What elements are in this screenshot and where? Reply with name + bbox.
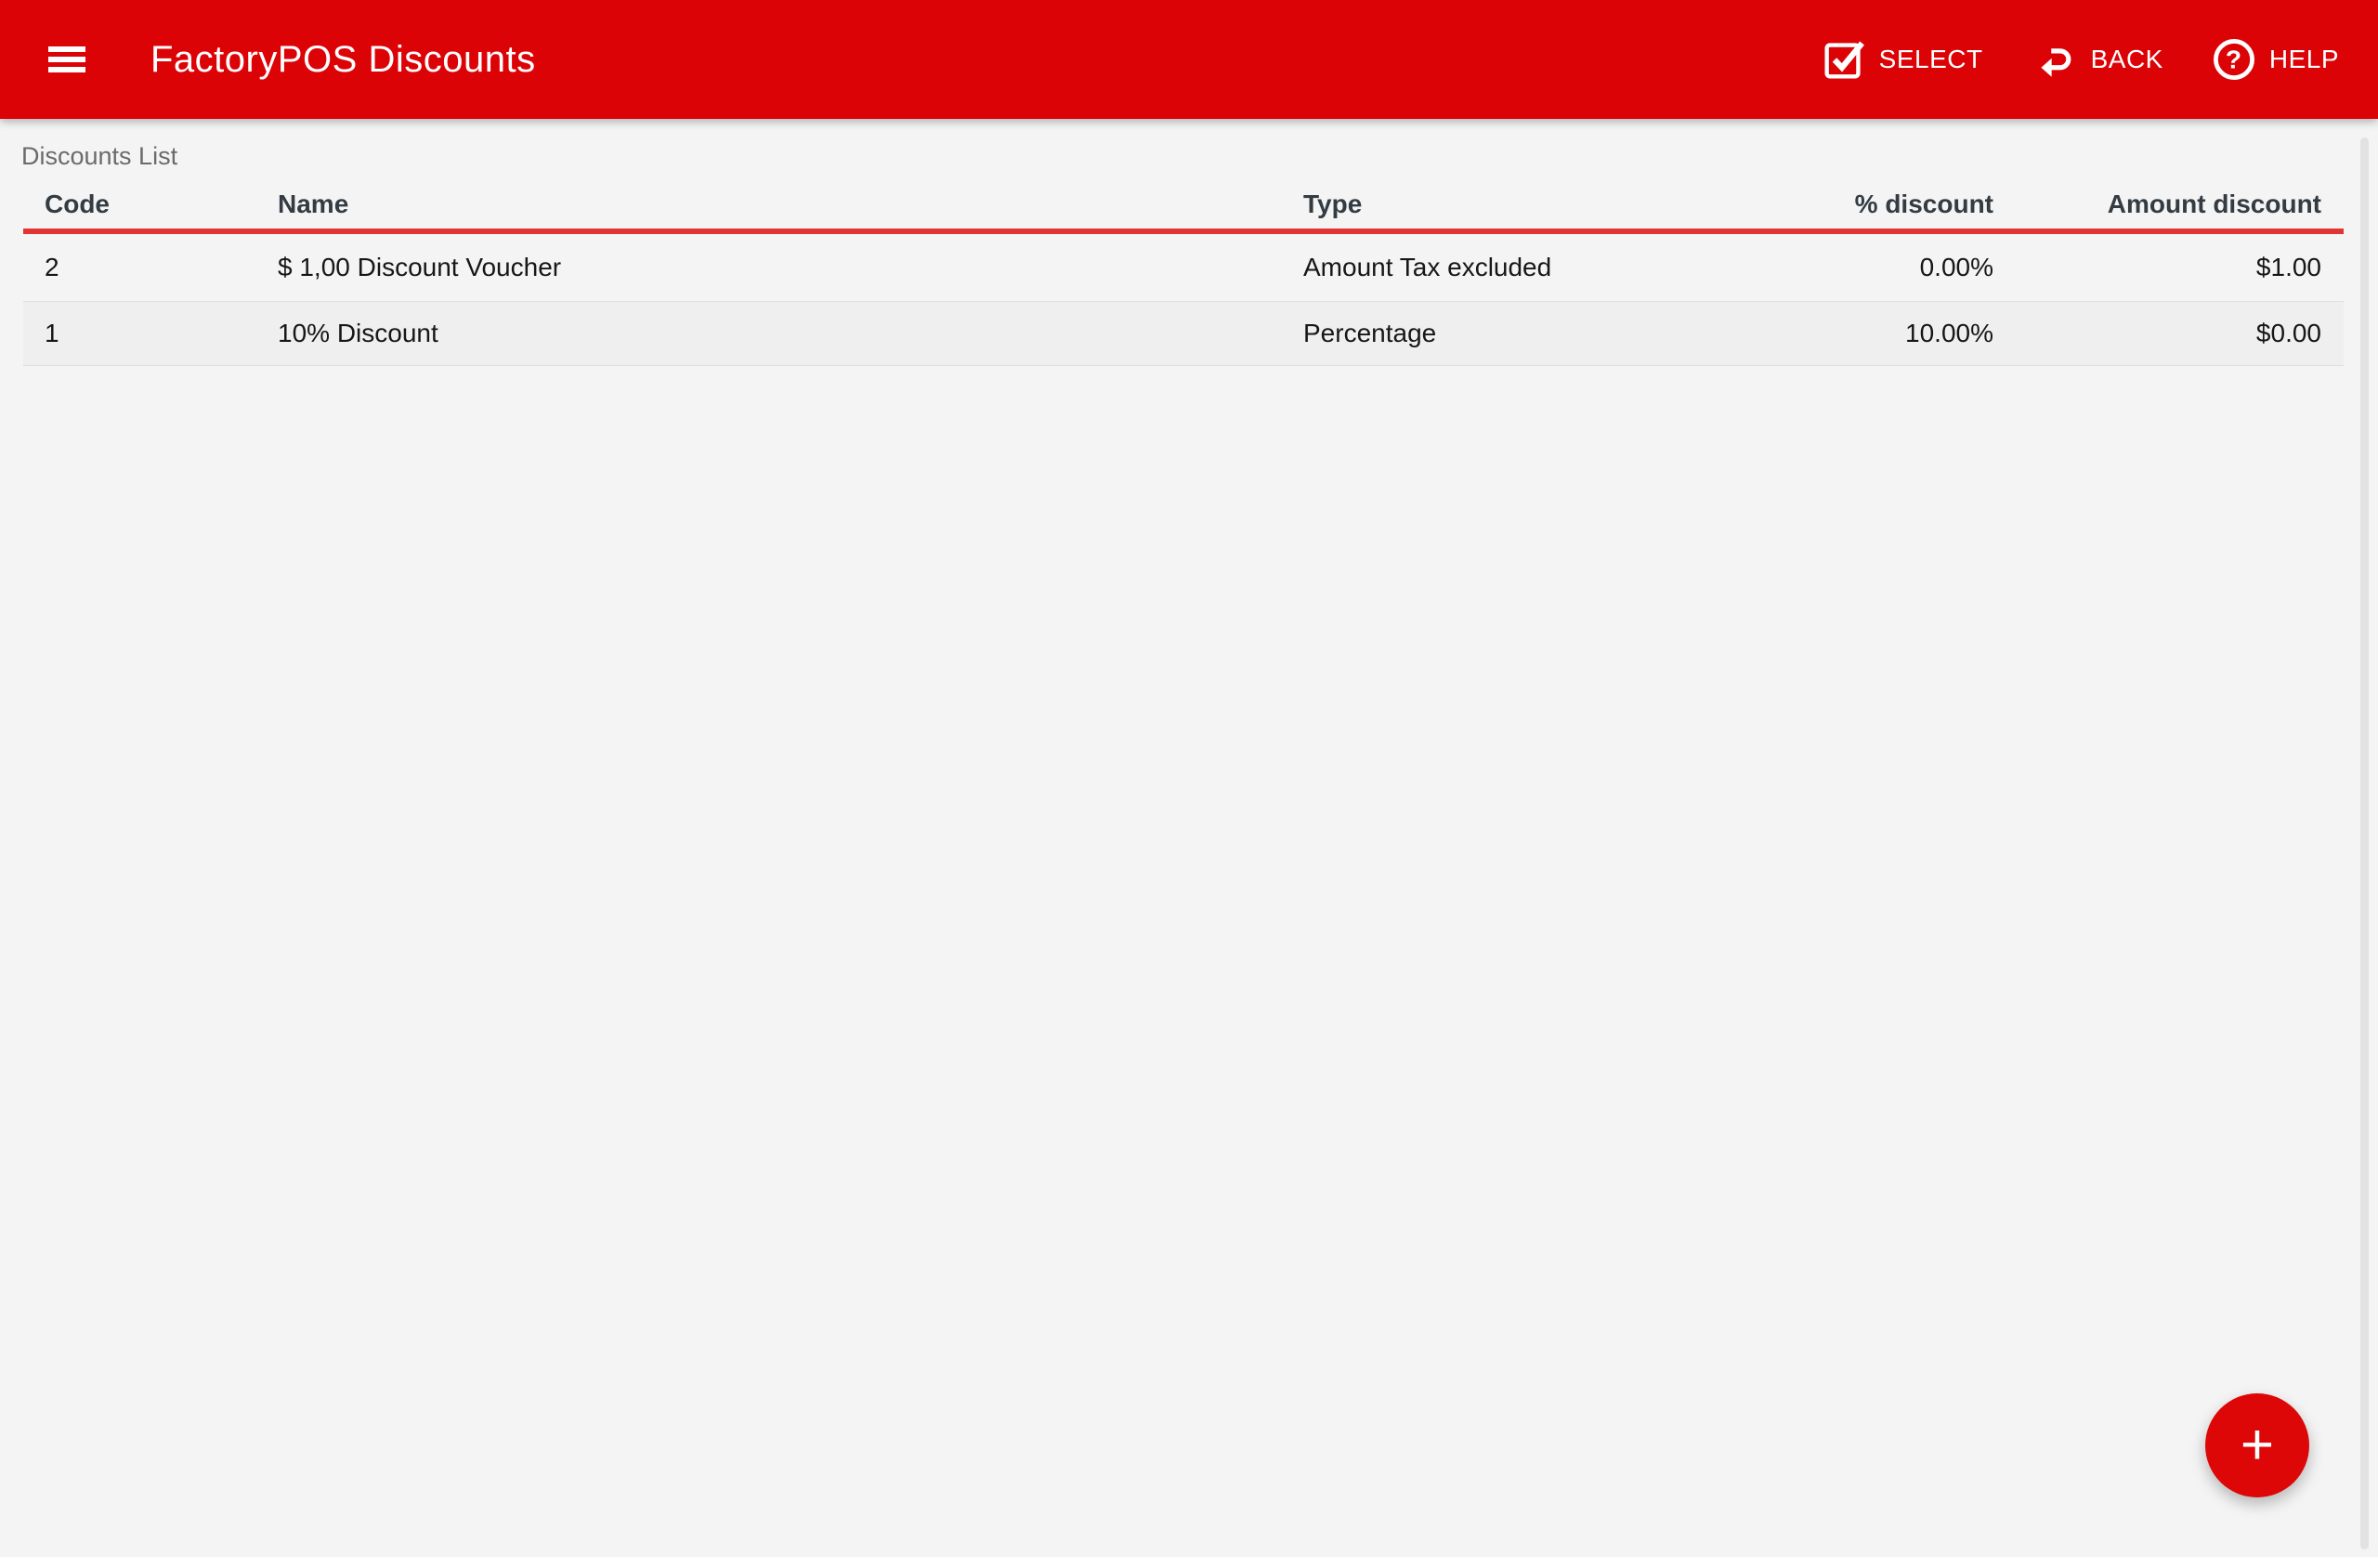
- help-label: HELP: [2269, 45, 2339, 74]
- cell-name: 10% Discount: [255, 319, 1280, 348]
- app-bar: FactoryPOS Discounts SELECT: [0, 0, 2378, 119]
- column-header-type: Type: [1280, 189, 1556, 219]
- cell-pct: 0.00%: [1556, 253, 1993, 282]
- back-return-arrow-icon: [2031, 36, 2079, 83]
- column-header-amount: Amount discount: [1993, 189, 2321, 219]
- discounts-table: Code Name Type % discount Amount discoun…: [23, 173, 2344, 366]
- add-discount-fab[interactable]: +: [2205, 1393, 2309, 1497]
- help-button[interactable]: ? HELP: [2211, 36, 2339, 83]
- table-row[interactable]: 1 10% Discount Percentage 10.00% $0.00: [23, 301, 2344, 366]
- menu-icon[interactable]: [48, 46, 85, 72]
- content-area: Discounts List Code Name Type % discount…: [0, 139, 2378, 1568]
- app-bar-actions: SELECT BACK ? HELP: [1821, 36, 2378, 83]
- cell-type: Percentage: [1280, 319, 1556, 348]
- help-question-icon: ?: [2211, 36, 2257, 83]
- column-header-code: Code: [23, 189, 255, 219]
- back-label: BACK: [2091, 45, 2163, 74]
- back-button[interactable]: BACK: [2031, 36, 2163, 83]
- cell-amount: $0.00: [1993, 319, 2321, 348]
- select-label: SELECT: [1879, 45, 1983, 74]
- bottom-strip: [0, 1557, 2378, 1568]
- cell-code: 2: [23, 253, 255, 282]
- plus-icon: +: [2241, 1417, 2274, 1474]
- screen: FactoryPOS Discounts SELECT: [0, 0, 2378, 1568]
- select-button[interactable]: SELECT: [1821, 36, 1983, 83]
- select-checkbox-icon: [1821, 36, 1867, 83]
- vertical-scrollbar[interactable]: [2360, 137, 2369, 1549]
- cell-code: 1: [23, 319, 255, 348]
- cell-pct: 10.00%: [1556, 319, 1993, 348]
- table-header-row: Code Name Type % discount Amount discoun…: [23, 173, 2344, 234]
- cell-amount: $1.00: [1993, 253, 2321, 282]
- column-header-pct: % discount: [1556, 189, 1993, 219]
- table-row[interactable]: 2 $ 1,00 Discount Voucher Amount Tax exc…: [23, 234, 2344, 301]
- section-label: Discounts List: [21, 139, 2378, 173]
- page-title: FactoryPOS Discounts: [150, 39, 536, 81]
- svg-text:?: ?: [2226, 46, 2242, 74]
- column-header-name: Name: [255, 189, 1280, 219]
- cell-type: Amount Tax excluded: [1280, 253, 1556, 282]
- cell-name: $ 1,00 Discount Voucher: [255, 253, 1280, 282]
